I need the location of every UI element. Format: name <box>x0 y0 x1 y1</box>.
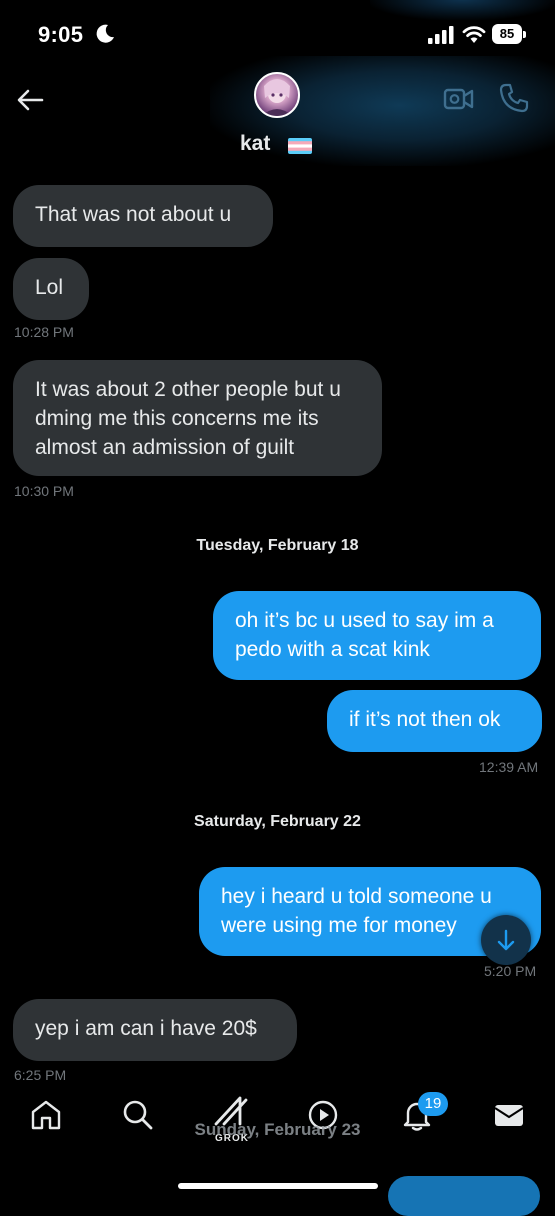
arrow-down-icon <box>497 929 515 951</box>
status-time: 9:05 <box>38 22 84 47</box>
message-timestamp: 5:20 PM <box>484 963 537 979</box>
contact-avatar[interactable] <box>254 72 300 118</box>
notification-count-badge: 19 <box>418 1092 448 1116</box>
date-separator: Saturday, February 22 <box>194 813 361 830</box>
back-arrow-icon[interactable] <box>14 84 46 116</box>
battery-level: 85 <box>492 24 522 44</box>
conversation-header: kat <box>0 56 555 172</box>
cellular-signal-icon <box>428 26 454 44</box>
phone-call-icon[interactable] <box>498 82 530 114</box>
battery-icon: 85 <box>492 24 528 46</box>
message-timestamp: 10:30 PM <box>14 483 74 499</box>
status-bar: 9:05 85 <box>0 0 555 64</box>
contact-name[interactable]: kat <box>240 132 270 156</box>
outgoing-message[interactable]: if it’s not then ok <box>327 690 542 752</box>
incoming-message[interactable]: Lol <box>13 258 89 320</box>
message-timestamp: 6:25 PM <box>14 1067 67 1083</box>
home-indicator[interactable] <box>178 1183 378 1189</box>
scroll-to-bottom-button[interactable] <box>481 915 531 965</box>
date-separator: Tuesday, February 18 <box>196 537 359 554</box>
incoming-message[interactable]: It was about 2 other people but u dming … <box>13 360 382 476</box>
message-timestamp: 12:39 AM <box>479 759 539 775</box>
outgoing-message[interactable]: oh it’s bc u used to say im a pedo with … <box>213 591 541 680</box>
incoming-message[interactable]: yep i am can i have 20$ <box>13 999 297 1061</box>
trans-flag-icon <box>288 138 312 154</box>
date-separator: Sunday, February 23 <box>194 1120 361 1139</box>
top-glow <box>370 0 555 20</box>
video-call-icon[interactable] <box>443 84 475 114</box>
message-timestamp: 10:28 PM <box>14 324 74 340</box>
incoming-message[interactable]: That was not about u <box>13 185 273 247</box>
wifi-icon <box>462 26 486 43</box>
outgoing-message-partial <box>388 1176 540 1216</box>
moon-icon <box>96 24 114 43</box>
